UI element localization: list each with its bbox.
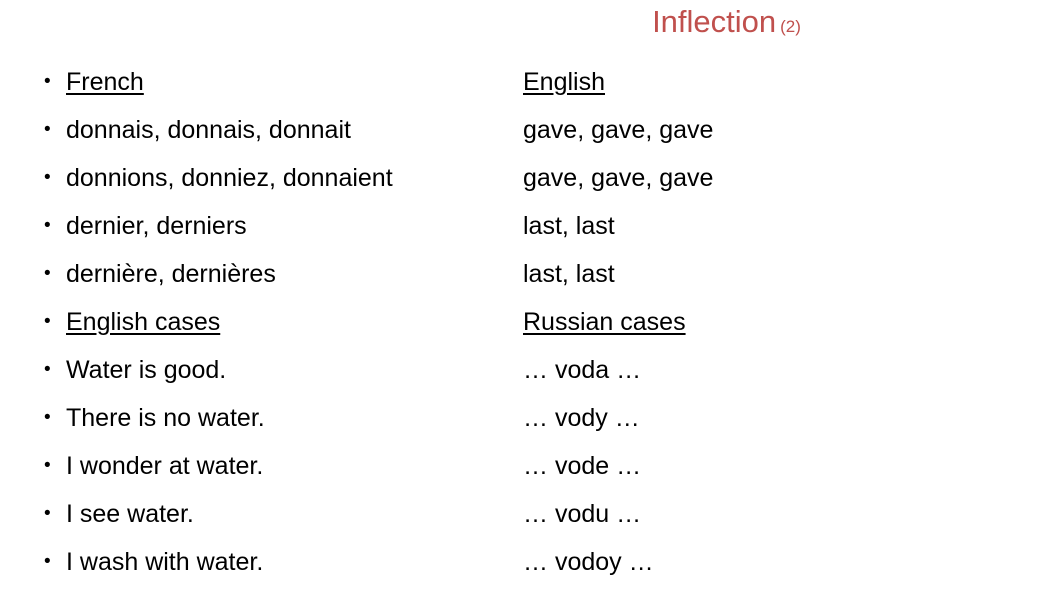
- list-item: … vodu …: [523, 490, 1023, 538]
- list-item-label: … vode …: [523, 452, 642, 480]
- list-item-label: I see water.: [66, 500, 194, 528]
- list-item-label: dernier, derniers: [66, 212, 247, 240]
- page-title: Inflection (2): [0, 6, 1058, 37]
- list-item: … vode …: [523, 442, 1023, 490]
- title-inner: Inflection (2): [652, 6, 801, 37]
- list-item-heading: English: [523, 58, 1023, 106]
- list-item: Water is good.: [44, 346, 514, 394]
- list-item-label: French: [66, 68, 144, 96]
- list-item: I wonder at water.: [44, 442, 514, 490]
- list-item: donnions, donniez, donnaient: [44, 154, 514, 202]
- list-item-heading: English cases: [44, 298, 514, 346]
- list-item: last, last: [523, 202, 1023, 250]
- list-item-label: English: [523, 68, 605, 96]
- list-item-label: donnais, donnais, donnait: [66, 116, 351, 144]
- list-item: I wash with water.: [44, 538, 514, 586]
- list-item: … vodoy …: [523, 538, 1023, 586]
- list-item-label: I wonder at water.: [66, 452, 264, 480]
- list-item: … vody …: [523, 394, 1023, 442]
- list-item: last, last: [523, 250, 1023, 298]
- list-item-label: donnions, donniez, donnaient: [66, 164, 393, 192]
- list-item: dernier, derniers: [44, 202, 514, 250]
- list-item: dernière, dernières: [44, 250, 514, 298]
- list-item-label: I wash with water.: [66, 548, 264, 576]
- list-item-label: dernière, dernières: [66, 260, 276, 288]
- list-item-heading: French: [44, 58, 514, 106]
- list-item-label: There is no water.: [66, 404, 265, 432]
- list-item-label: … vody …: [523, 404, 640, 432]
- list-item-label: gave, gave, gave: [523, 164, 714, 192]
- list-item-label: … voda …: [523, 356, 642, 384]
- right-column: English gave, gave, gave gave, gave, gave l…: [523, 58, 1023, 586]
- list-item-heading: Russian cases: [523, 298, 1023, 346]
- list-item: There is no water.: [44, 394, 514, 442]
- list-item: gave, gave, gave: [523, 154, 1023, 202]
- slide: Inflection(2) French donnais, donnais, do…: [0, 0, 1058, 595]
- list-item-label: last, last: [523, 212, 615, 240]
- list-item-label: Russian cases: [523, 308, 686, 336]
- list-item-label: last, last: [523, 260, 615, 288]
- list-item: … voda …: [523, 346, 1023, 394]
- title-suffix: (2): [780, 17, 801, 36]
- list-item-label: gave, gave, gave: [523, 116, 714, 144]
- list-item-label: … vodoy …: [523, 548, 654, 576]
- list-item-label: … vodu …: [523, 500, 642, 528]
- slide-body: French donnais, donnais, donnait donnions,…: [0, 58, 1058, 595]
- list-item: donnais, donnais, donnait: [44, 106, 514, 154]
- left-column: French donnais, donnais, donnait donnions,…: [44, 58, 514, 586]
- list-item: gave, gave, gave: [523, 106, 1023, 154]
- list-item-label: English cases: [66, 308, 221, 336]
- list-item: I see water.: [44, 490, 514, 538]
- list-item-label: Water is good.: [66, 356, 227, 384]
- title-text: Inflection: [652, 4, 777, 39]
